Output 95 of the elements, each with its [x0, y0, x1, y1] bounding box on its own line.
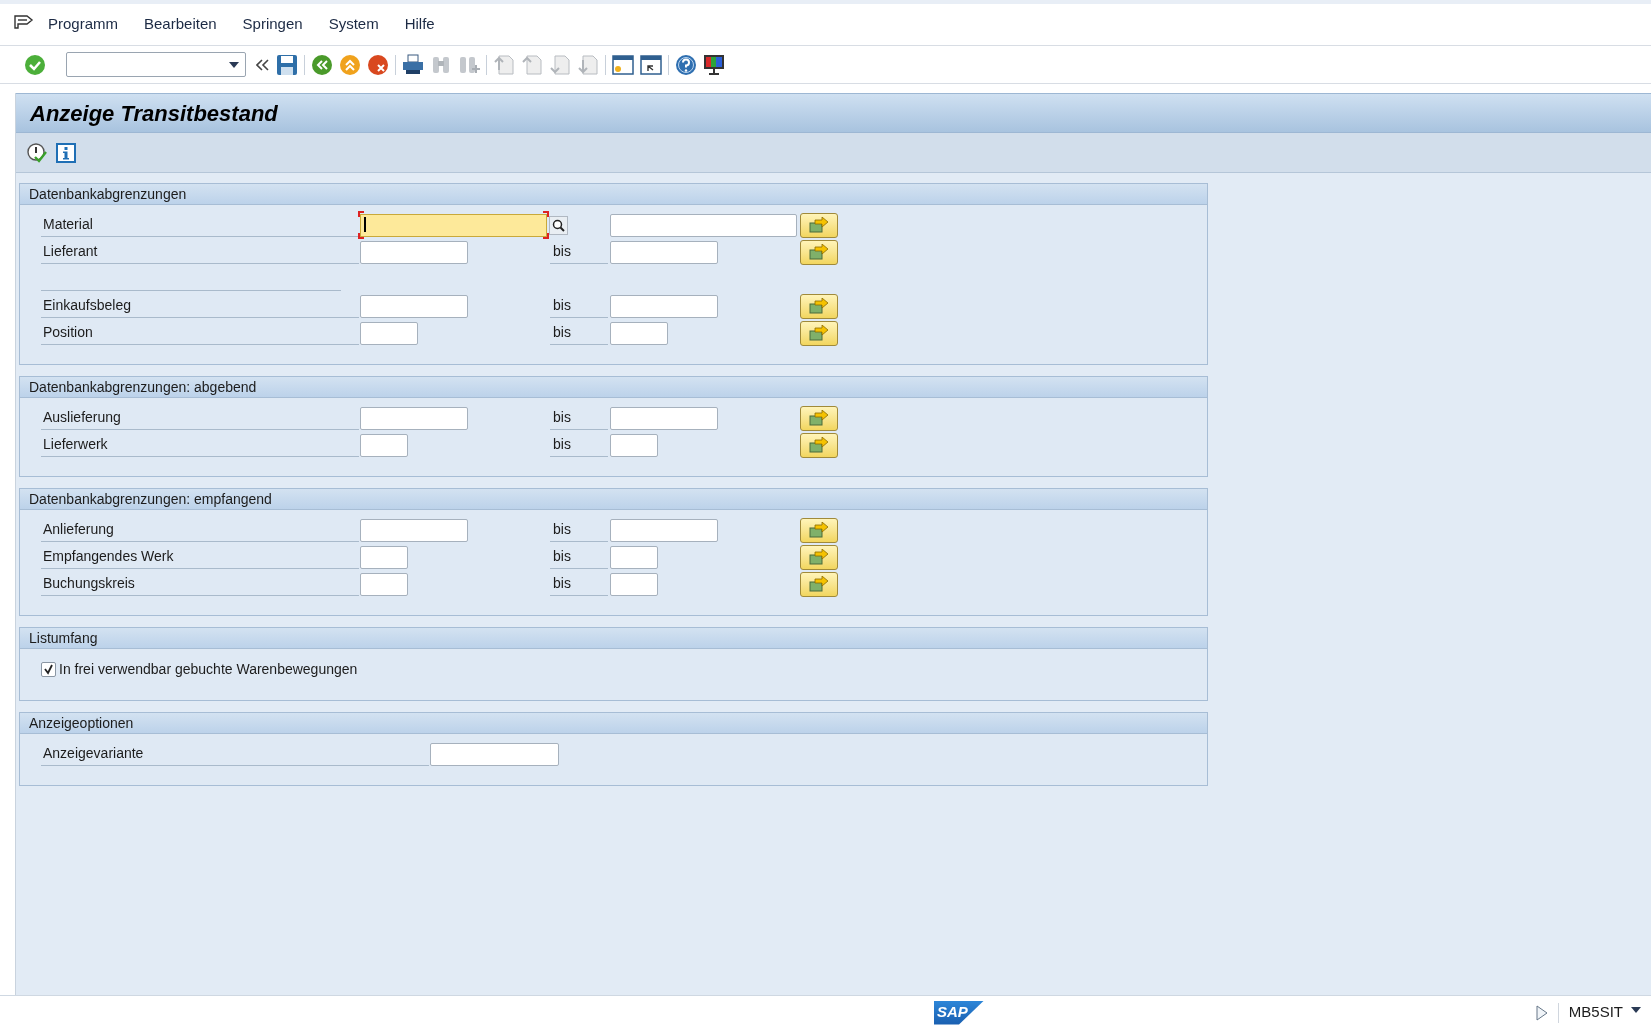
group-title: Anzeigeoptionen	[20, 713, 1207, 734]
menu-item[interactable]: Bearbeiten	[144, 13, 217, 36]
checkmark-icon	[43, 663, 54, 675]
range-to-label: bis	[550, 406, 608, 430]
arrow-into-box-icon	[809, 576, 829, 592]
dropdown-caret-icon[interactable]	[1631, 1006, 1641, 1013]
next-page-icon	[549, 53, 571, 76]
group-title: Datenbankabgrenzungen	[20, 184, 1207, 205]
group-title: Datenbankabgrenzungen: empfangend	[20, 489, 1207, 510]
arrow-into-box-icon	[809, 298, 829, 314]
input-field[interactable]	[360, 545, 408, 569]
input-field[interactable]	[360, 572, 408, 596]
exit-icon[interactable]	[339, 53, 361, 76]
back-icon[interactable]	[311, 53, 333, 76]
execute-icon[interactable]	[26, 141, 48, 164]
group-title: Datenbankabgrenzungen: abgebend	[20, 377, 1207, 398]
arrow-into-box-icon	[809, 549, 829, 565]
input-field[interactable]	[360, 518, 468, 542]
field-label: Empfangendes Werk	[41, 545, 359, 569]
field-label: Anlieferung	[41, 518, 359, 542]
input-field[interactable]	[610, 406, 718, 430]
range-to-label: bis	[550, 240, 608, 264]
range-to-label: bis	[550, 321, 608, 345]
search-help-button[interactable]	[549, 215, 568, 235]
field-label: Anzeigevariante	[41, 742, 429, 766]
check-icon[interactable]	[24, 53, 46, 76]
field-label: Einkaufsbeleg	[41, 294, 359, 318]
field-label: Position	[41, 321, 359, 345]
input-field[interactable]	[360, 240, 468, 264]
multiple-selection-button[interactable]	[800, 544, 838, 570]
range-to-label: bis	[550, 433, 608, 457]
multiple-selection-button[interactable]	[800, 320, 838, 346]
checkbox-label[interactable]: In frei verwendbar gebuchte Warenbewegungen	[59, 658, 358, 680]
input-field[interactable]	[610, 518, 718, 542]
cancel-icon[interactable]	[367, 53, 389, 76]
field-label: Lieferwerk	[41, 433, 359, 457]
input-field[interactable]	[360, 321, 418, 345]
arrow-into-box-icon	[809, 410, 829, 426]
shortcut-window-icon[interactable]	[640, 53, 662, 76]
menu-item[interactable]: System	[328, 13, 379, 36]
menu-item[interactable]: Programm	[48, 13, 118, 36]
print-icon[interactable]	[402, 53, 424, 76]
arrow-into-box-icon	[809, 217, 829, 233]
range-to-label: bis	[550, 545, 608, 569]
arrow-into-box-icon	[809, 522, 829, 538]
input-field[interactable]	[610, 240, 718, 264]
arrow-into-box-icon	[809, 325, 829, 341]
input-field[interactable]	[360, 213, 547, 237]
arrow-into-box-icon	[809, 437, 829, 453]
field-label: Lieferant	[41, 240, 359, 264]
multiple-selection-button[interactable]	[800, 293, 838, 319]
multiple-selection-button[interactable]	[800, 517, 838, 543]
range-to-label: bis	[550, 294, 608, 318]
checkbox[interactable]	[41, 661, 56, 677]
field-label: Buchungskreis	[41, 572, 359, 596]
logo: SAP	[934, 1000, 984, 1025]
range-to-label: bis	[550, 518, 608, 542]
screen-title: Anzeige Transitbestand	[30, 99, 278, 128]
arrow-into-box-icon	[809, 244, 829, 260]
collapse-chevrons-icon[interactable]	[256, 58, 270, 71]
input-field[interactable]	[430, 742, 559, 766]
range-to-label: bis	[550, 572, 608, 596]
last-page-icon	[577, 53, 599, 76]
group-title: Listumfang	[20, 628, 1207, 649]
dropdown-caret-icon	[229, 61, 239, 68]
input-field[interactable]	[360, 433, 408, 457]
input-field[interactable]	[610, 572, 658, 596]
input-field[interactable]	[360, 406, 468, 430]
save-icon[interactable]	[276, 53, 298, 76]
new-window-icon[interactable]	[612, 53, 634, 76]
help-icon[interactable]	[675, 53, 697, 76]
multiple-selection-button[interactable]	[800, 571, 838, 597]
magnifier-icon	[552, 218, 565, 232]
multiple-selection-button[interactable]	[800, 432, 838, 458]
field-label: Auslieferung	[41, 406, 359, 430]
multiple-selection-button[interactable]	[800, 405, 838, 431]
input-field[interactable]	[610, 213, 797, 237]
command-field[interactable]	[66, 52, 246, 77]
menu-item[interactable]: Springen	[242, 13, 303, 36]
info-icon[interactable]	[56, 142, 76, 163]
menu-item[interactable]: Hilfe	[404, 13, 435, 36]
multiple-selection-button[interactable]	[800, 212, 838, 238]
input-field[interactable]	[360, 294, 468, 318]
multiple-selection-button[interactable]	[800, 239, 838, 265]
previous-page-icon	[521, 53, 543, 76]
menu-icon[interactable]	[14, 13, 34, 30]
input-field[interactable]	[610, 321, 668, 345]
monitor-icon[interactable]	[703, 53, 725, 76]
input-field[interactable]	[610, 294, 718, 318]
input-field[interactable]	[610, 433, 658, 457]
input-field[interactable]	[610, 545, 658, 569]
transaction-code: MB5SIT	[1568, 1002, 1623, 1023]
play-icon[interactable]	[1535, 1004, 1548, 1021]
first-page-icon	[493, 53, 515, 76]
field-label: Material	[41, 213, 359, 237]
